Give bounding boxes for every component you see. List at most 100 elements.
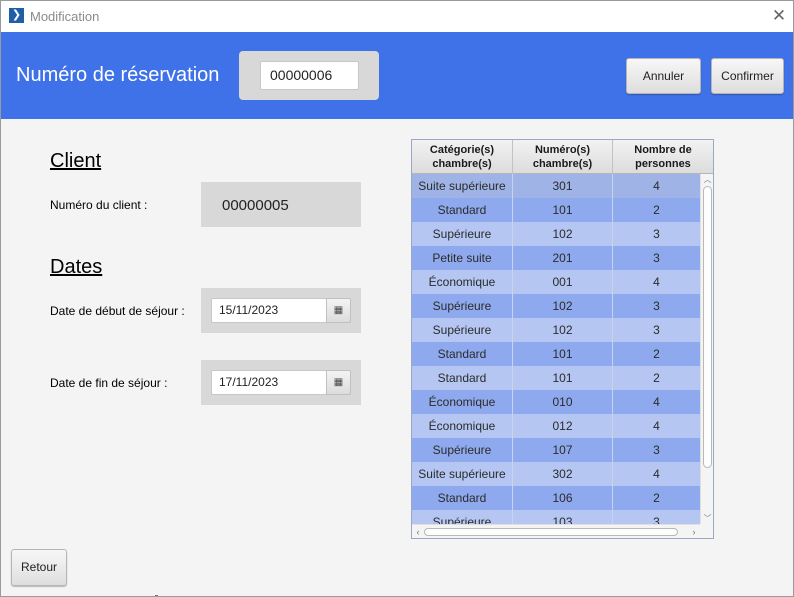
cell-room-number: 102 <box>513 222 613 246</box>
cell-room-number: 102 <box>513 294 613 318</box>
table-row[interactable]: Supérieure 102 3 <box>412 222 700 246</box>
window-title: Modification <box>30 9 100 24</box>
client-number-label: Numéro du client : <box>50 198 148 212</box>
table-header: Catégorie(s) chambre(s) Numéro(s) chambre(… <box>412 140 713 174</box>
cell-room-number: 001 <box>513 270 613 294</box>
header-bar: Numéro de réservation 00000006 Annuler C… <box>1 32 793 119</box>
horizontal-scrollbar[interactable]: ‹ › <box>412 524 700 538</box>
scroll-right-icon[interactable]: › <box>689 526 699 538</box>
start-date-container: 15/11/2023 ▦ <box>201 288 361 333</box>
table-row[interactable]: Supérieure 102 3 <box>412 294 700 318</box>
column-header-room-number[interactable]: Numéro(s) chambre(s) <box>513 140 613 174</box>
table-row[interactable]: Suite supérieure 302 4 <box>412 462 700 486</box>
dates-section-title: Dates <box>50 256 103 278</box>
cell-room-number: 201 <box>513 246 613 270</box>
cell-persons: 3 <box>653 299 660 313</box>
table-row[interactable]: Économique 012 4 <box>412 414 700 438</box>
close-icon[interactable]: ✕ <box>769 5 789 27</box>
cell-room-number: 106 <box>513 486 613 510</box>
reservation-number-field[interactable]: 00000006 <box>260 61 359 90</box>
cell-category: Standard <box>412 198 513 222</box>
cell-category: Suite supérieure <box>412 174 513 198</box>
cell-room-number: 010 <box>513 390 613 414</box>
cell-category: Économique <box>412 390 513 414</box>
scroll-up-icon[interactable]: ︿ <box>702 175 713 185</box>
client-number-value: 00000005 <box>222 197 289 214</box>
cell-persons: 4 <box>653 419 660 433</box>
column-header-category[interactable]: Catégorie(s) chambre(s) <box>412 140 513 174</box>
cell-room-number: 101 <box>513 366 613 390</box>
cell-persons: 3 <box>653 251 660 265</box>
client-section-title: Client <box>50 150 102 172</box>
end-date-label: Date de fin de séjour : <box>50 376 168 390</box>
table-body: Suite supérieure 301 4 Standard 101 2 Supérieu… <box>412 174 700 524</box>
cell-category: Standard <box>412 366 513 390</box>
cell-persons: 2 <box>653 371 660 385</box>
calendar-icon[interactable]: ▦ <box>326 370 351 395</box>
cell-category: Économique <box>412 270 513 294</box>
cell-persons: 3 <box>653 515 660 524</box>
table-row[interactable]: Standard 106 2 <box>412 486 700 510</box>
cell-room-number: 102 <box>513 318 613 342</box>
table-row[interactable]: Standard 101 2 <box>412 342 700 366</box>
calendar-icon[interactable]: ▦ <box>326 298 351 323</box>
cell-persons: 4 <box>653 275 660 289</box>
table-row[interactable]: Standard 101 2 <box>412 366 700 390</box>
cell-category: Standard <box>412 486 513 510</box>
end-date-container: 17/11/2023 ▦ <box>201 360 361 405</box>
title-bar: ❯ Modification ✕ <box>1 1 793 32</box>
back-button[interactable]: Retour <box>11 549 67 586</box>
modification-window: ❯ Modification ✕ Numéro de réservation 0… <box>0 0 794 597</box>
cell-room-number: 101 <box>513 198 613 222</box>
cell-room-number: 107 <box>513 438 613 462</box>
cell-category: Petite suite <box>412 246 513 270</box>
cell-category: Économique <box>412 414 513 438</box>
vertical-scrollbar[interactable]: ︿ ﹀ <box>700 174 713 524</box>
cell-category: Standard <box>412 342 513 366</box>
scroll-corner <box>700 524 713 538</box>
cell-persons: 4 <box>653 179 660 193</box>
cell-persons: 4 <box>653 467 660 481</box>
scroll-left-icon[interactable]: ‹ <box>413 526 423 538</box>
cell-room-number: 012 <box>513 414 613 438</box>
cell-room-number: 301 <box>513 174 613 198</box>
cell-category: Supérieure <box>412 294 513 318</box>
table-row[interactable]: Économique 010 4 <box>412 390 700 414</box>
table-row[interactable]: Suite supérieure 301 4 <box>412 174 700 198</box>
horizontal-scroll-thumb[interactable] <box>424 528 678 536</box>
table-row[interactable]: Petite suite 201 3 <box>412 246 700 270</box>
cell-category: Suite supérieure <box>412 462 513 486</box>
cell-persons: 3 <box>653 443 660 457</box>
table-row[interactable]: Supérieure 102 3 <box>412 318 700 342</box>
cell-persons: 2 <box>653 491 660 505</box>
cell-category: Supérieure <box>412 510 513 524</box>
client-number-box: 00000005 <box>201 182 361 227</box>
table-row[interactable]: Économique 001 4 <box>412 270 700 294</box>
table-row[interactable]: Supérieure 107 3 <box>412 438 700 462</box>
column-header-persons[interactable]: Nombre de personnes <box>613 140 713 174</box>
cell-room-number: 302 <box>513 462 613 486</box>
cell-persons: 2 <box>653 203 660 217</box>
vertical-scroll-thumb[interactable] <box>703 186 712 468</box>
reservation-number-container: 00000006 <box>239 51 379 100</box>
cell-room-number: 103 <box>513 510 613 524</box>
start-date-label: Date de début de séjour : <box>50 304 185 318</box>
end-date-field[interactable]: 17/11/2023 <box>211 370 327 395</box>
scroll-down-icon[interactable]: ﹀ <box>702 514 713 524</box>
table-row[interactable]: Supérieure 103 3 <box>412 510 700 524</box>
cell-persons: 3 <box>653 323 660 337</box>
cancel-button[interactable]: Annuler <box>626 58 701 94</box>
cell-category: Supérieure <box>412 222 513 246</box>
reservation-number-label: Numéro de réservation <box>16 64 220 86</box>
cell-room-number: 101 <box>513 342 613 366</box>
cell-category: Supérieure <box>412 438 513 462</box>
app-logo-icon: ❯ <box>9 8 24 23</box>
cell-persons: 2 <box>653 347 660 361</box>
rooms-table: Catégorie(s) chambre(s) Numéro(s) chambre(… <box>411 139 714 539</box>
table-row[interactable]: Standard 101 2 <box>412 198 700 222</box>
cell-persons: 4 <box>653 395 660 409</box>
cell-persons: 3 <box>653 227 660 241</box>
start-date-field[interactable]: 15/11/2023 <box>211 298 327 323</box>
cell-category: Supérieure <box>412 318 513 342</box>
confirm-button[interactable]: Confirmer <box>711 58 784 94</box>
